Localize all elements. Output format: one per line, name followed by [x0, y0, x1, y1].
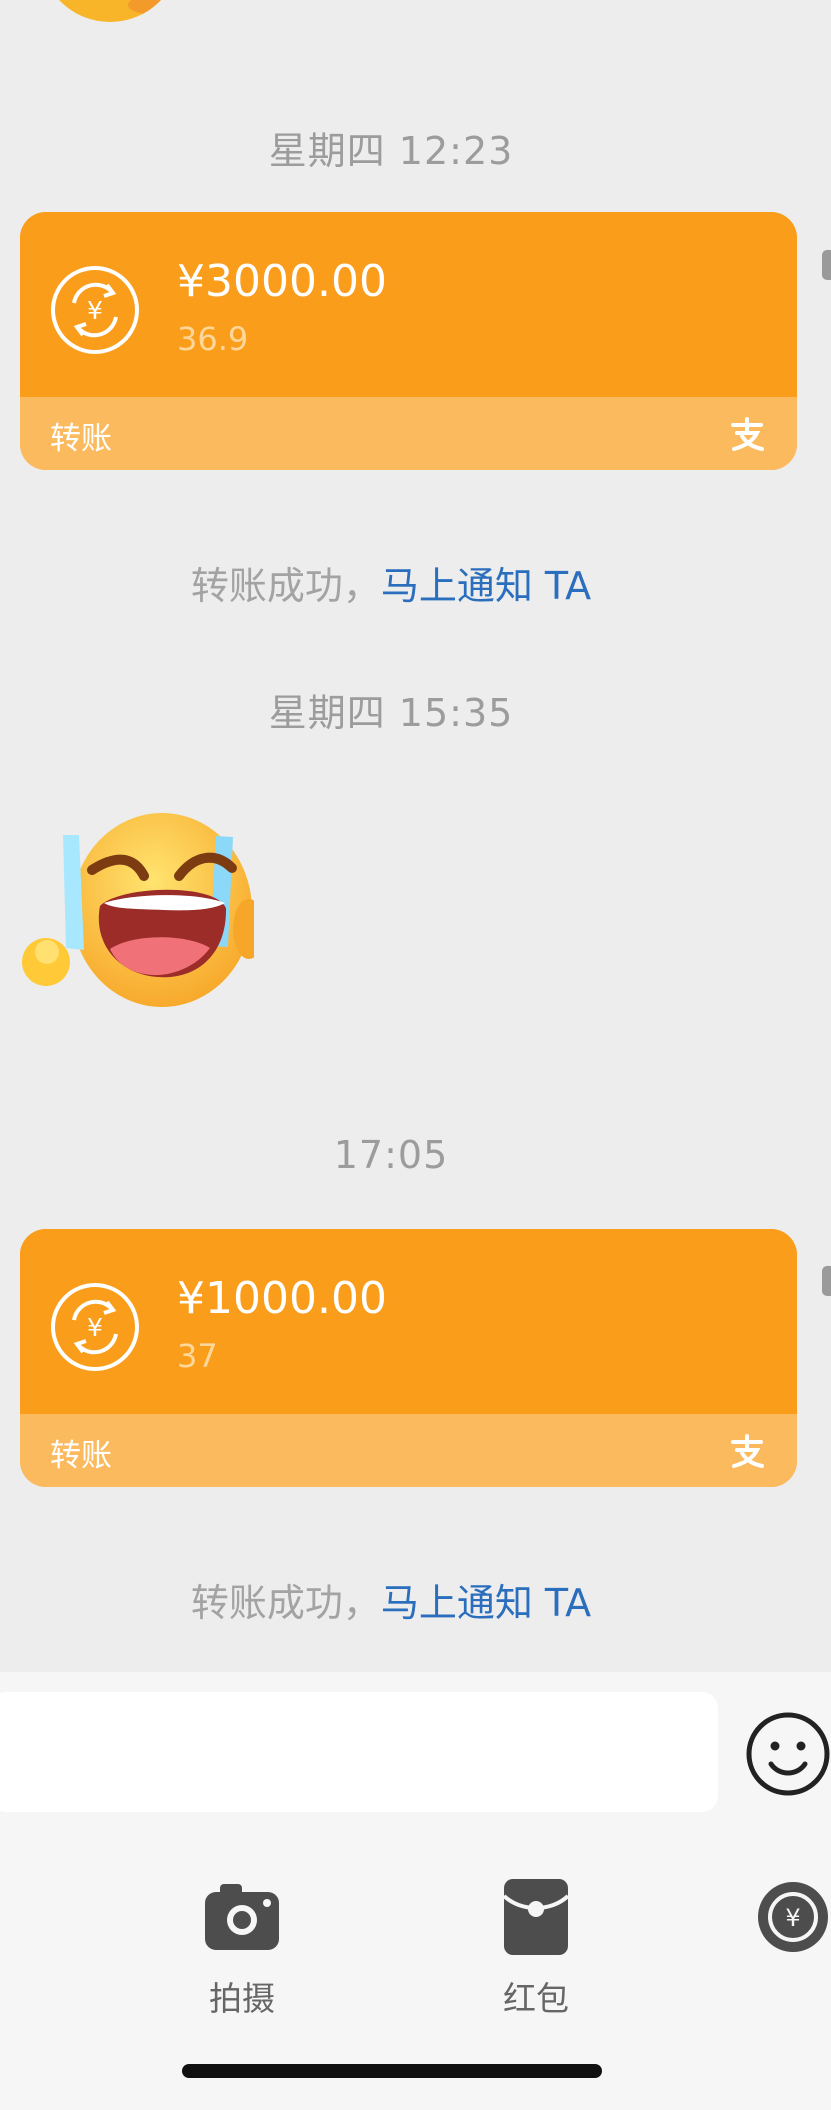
timestamp-divider: 星期四 12:23	[268, 129, 514, 173]
timestamp-divider: 星期四 15:35	[268, 691, 514, 735]
notice-text: 转账成功，	[190, 564, 381, 608]
transfer-card-body: ¥ ¥3000.00 36.9	[20, 212, 797, 397]
transfer-card-body: ¥ ¥1000.00 37	[20, 1229, 797, 1414]
home-indicator	[182, 2064, 602, 2078]
camera-icon	[205, 1884, 279, 1950]
transfer-card-footer: 转账	[20, 1414, 797, 1487]
transfer-message-card[interactable]: ¥ ¥1000.00 37 转账	[20, 1229, 797, 1487]
alipay-icon	[731, 1434, 764, 1468]
transfer-message-card[interactable]: ¥ ¥3000.00 36.9 转账	[20, 212, 797, 470]
transfer-amount: ¥3000.00	[177, 256, 387, 307]
notice-text: 转账成功，	[190, 1581, 381, 1625]
timestamp-divider: 17:05	[333, 1133, 449, 1177]
red-packet-icon	[502, 1879, 570, 1955]
camera-label: 拍摄	[209, 1979, 275, 2018]
red-packet-label: 红包	[503, 1979, 569, 2018]
panel-item-transfer[interactable]: ¥ 转	[744, 1854, 831, 2004]
transfer-memo: 37	[177, 1337, 218, 1375]
svg-text:¥: ¥	[87, 1313, 103, 1342]
scroll-edge-mark	[822, 1266, 831, 1296]
crying-face-emoji-icon[interactable]	[22, 812, 254, 1030]
transfer-memo: 36.9	[177, 320, 249, 358]
chat-screen: 星期四 12:23 ¥ ¥3000.00 36.9 转账 转账成功，马上通知 T…	[0, 0, 831, 2110]
message-list[interactable]: 星期四 12:23 ¥ ¥3000.00 36.9 转账 转账成功，马上通知 T…	[0, 0, 831, 1672]
message-input[interactable]	[0, 1692, 718, 1812]
transfer-label: 转账	[50, 421, 112, 457]
svg-text:¥: ¥	[785, 1904, 800, 1932]
transfer-icon: ¥	[758, 1882, 828, 1952]
transfer-label: 转	[770, 1972, 831, 2020]
transfer-icon: ¥	[51, 266, 139, 354]
input-toolbar	[0, 1672, 831, 1832]
notify-ta-link[interactable]: 马上通知 TA	[381, 1581, 591, 1625]
transfer-card-footer: 转账	[20, 397, 797, 470]
previous-sticker-fragment[interactable]	[40, 0, 180, 22]
smiley-icon[interactable]	[744, 1710, 831, 1798]
scroll-edge-mark	[822, 250, 831, 280]
panel-item-camera[interactable]: 拍摄	[157, 1854, 327, 2018]
transfer-success-notice: 转账成功，马上通知 TA	[0, 1572, 782, 1627]
panel-item-red-packet[interactable]: 红包	[451, 1854, 621, 2018]
svg-text:¥: ¥	[87, 296, 103, 325]
transfer-success-notice: 转账成功，马上通知 TA	[0, 555, 782, 610]
notify-ta-link[interactable]: 马上通知 TA	[381, 564, 591, 608]
transfer-label: 转账	[50, 1438, 112, 1474]
transfer-amount: ¥1000.00	[177, 1273, 387, 1324]
alipay-icon	[731, 417, 764, 451]
transfer-icon: ¥	[51, 1283, 139, 1371]
